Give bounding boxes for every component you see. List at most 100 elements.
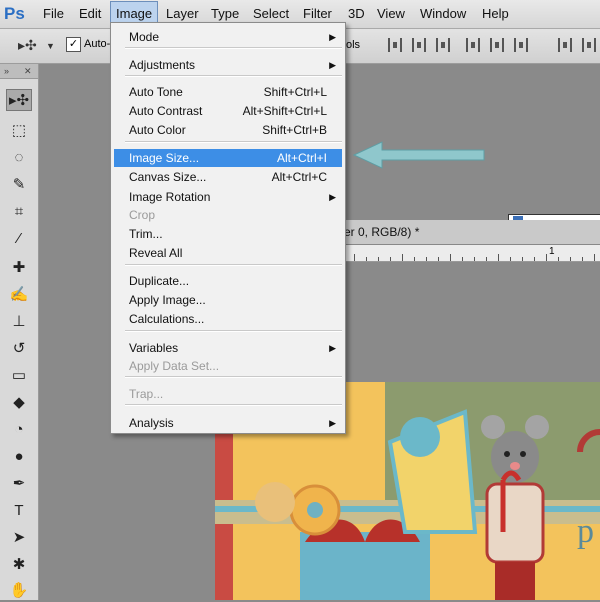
- eyedropper-tool-icon: ⁄: [17, 230, 21, 247]
- ruler-tick: [570, 257, 571, 261]
- svg-text:p: p: [577, 513, 594, 550]
- menu-item-label: Apply Data Set...: [129, 359, 220, 373]
- menu-item-auto-tone[interactable]: Auto Tone Shift+Ctrl+L: [114, 83, 342, 101]
- menu-item-duplicate[interactable]: Duplicate...: [114, 272, 342, 290]
- ruler-tick: [390, 257, 391, 261]
- paint-bucket-tool-icon: ◆: [13, 394, 25, 411]
- marquee-tool[interactable]: ⬚: [6, 120, 32, 142]
- ruler-tick: [522, 257, 523, 261]
- menu-item-auto-color[interactable]: Auto Color Shift+Ctrl+B: [114, 121, 342, 139]
- auto-select-checkbox[interactable]: ✓: [66, 37, 81, 52]
- ruler-mark-label: 1: [549, 246, 555, 257]
- pen-tool-icon: ✒: [12, 475, 26, 492]
- menu-separator: [125, 376, 342, 378]
- history-brush-tool[interactable]: ↺: [6, 338, 32, 360]
- menu-item-label: Duplicate...: [129, 274, 190, 288]
- move-tool-icon: ▸✣: [8, 92, 30, 109]
- menu-item-label: Image Rotation: [129, 190, 211, 204]
- submenu-arrow-icon: ▶: [329, 192, 336, 202]
- type-tool[interactable]: T: [6, 500, 32, 522]
- healing-brush-tool[interactable]: ✚: [6, 257, 32, 279]
- menu-item-label: Adjustments: [129, 58, 196, 72]
- menu-item-label: Calculations...: [129, 312, 205, 326]
- ruler-tick: [474, 257, 475, 261]
- menu-item-canvas-size[interactable]: Canvas Size... Alt+Ctrl+C: [114, 168, 342, 186]
- menu-item-reveal-all[interactable]: Reveal All: [114, 244, 342, 262]
- move-tool[interactable]: ▸✣: [6, 89, 32, 111]
- eraser-tool[interactable]: ▭: [6, 365, 32, 387]
- type-tool-icon: T: [14, 502, 24, 519]
- path-selection-tool[interactable]: ➤: [6, 527, 32, 549]
- history-brush-tool-icon: ↺: [12, 340, 26, 357]
- menu-3d[interactable]: 3D: [343, 0, 370, 28]
- shape-tool[interactable]: ✱: [6, 554, 32, 576]
- menu-view[interactable]: View: [372, 0, 410, 28]
- ruler-tick: [402, 254, 403, 261]
- menu-item-mode[interactable]: Mode ▶: [114, 28, 342, 46]
- align-bottom-icon[interactable]: [436, 38, 450, 52]
- menu-item-label: Reveal All: [129, 246, 183, 260]
- menu-item-label: Analysis: [129, 416, 174, 430]
- path-selection-tool-icon: ➤: [12, 529, 26, 546]
- menu-file[interactable]: File: [38, 0, 69, 28]
- menu-item-shortcut: Shift+Ctrl+B: [262, 123, 327, 137]
- paint-bucket-tool[interactable]: ◆: [6, 392, 32, 414]
- menu-item-calculations[interactable]: Calculations...: [114, 310, 342, 328]
- dodge-tool[interactable]: ●: [6, 446, 32, 468]
- menu-item-label: Auto Tone: [129, 85, 183, 99]
- pen-tool[interactable]: ✒: [6, 473, 32, 495]
- eyedropper-tool[interactable]: ⁄: [6, 228, 32, 250]
- menu-item-trim[interactable]: Trim...: [114, 225, 342, 243]
- ruler-tick: [546, 254, 547, 261]
- align-hcenter-icon[interactable]: [490, 38, 504, 52]
- menu-item-trap: Trap...: [114, 385, 342, 403]
- transform-controls-label: ols: [346, 39, 361, 51]
- lasso-tool-icon: ◌: [14, 149, 24, 166]
- shape-tool-icon: ✱: [12, 556, 26, 573]
- submenu-arrow-icon: ▶: [329, 32, 336, 42]
- menu-item-adjustments[interactable]: Adjustments ▶: [114, 56, 342, 74]
- ruler-tick: [378, 257, 379, 261]
- distribute-vcenter-icon[interactable]: [582, 38, 596, 52]
- crop-tool[interactable]: ⌗: [6, 201, 32, 223]
- ruler-tick: [414, 257, 415, 261]
- chevron-down-icon[interactable]: ▼: [46, 41, 55, 51]
- menu-edit[interactable]: Edit: [74, 0, 106, 28]
- menu-help[interactable]: Help: [477, 0, 514, 28]
- ruler-tick: [498, 254, 499, 261]
- auto-select-label: Auto-: [84, 38, 111, 50]
- tools-panel: » ✕ ▸✣ ⬚ ◌ ✎ ⌗ ⁄ ✚ ✍ ⊥ ↺ ▭ ◆ ◔ ● ✒ T ➤ ✱ ✋: [0, 64, 39, 600]
- submenu-arrow-icon: ▶: [329, 418, 336, 428]
- distribute-top-icon[interactable]: [558, 38, 572, 52]
- brush-tool[interactable]: ✍: [6, 284, 32, 306]
- align-vcenter-icon[interactable]: [412, 38, 426, 52]
- menu-item-image-rotation[interactable]: Image Rotation ▶: [114, 188, 342, 206]
- quick-selection-tool[interactable]: ✎: [6, 174, 32, 196]
- tools-panel-header[interactable]: » ✕: [0, 64, 38, 79]
- menu-item-label: Auto Color: [129, 123, 186, 137]
- marquee-tool-icon: ⬚: [11, 122, 27, 139]
- align-top-icon[interactable]: [388, 38, 402, 52]
- menu-item-label: Variables: [129, 341, 179, 355]
- clone-stamp-tool[interactable]: ⊥: [6, 311, 32, 333]
- eraser-tool-icon: ▭: [11, 367, 27, 384]
- ruler-tick: [582, 257, 583, 261]
- align-right-icon[interactable]: [514, 38, 528, 52]
- quick-selection-tool-icon: ✎: [12, 176, 26, 193]
- menu-window[interactable]: Window: [415, 0, 471, 28]
- menu-item-variables[interactable]: Variables ▶: [114, 339, 342, 357]
- menu-separator: [125, 264, 342, 266]
- dodge-tool-icon: ●: [14, 448, 24, 465]
- menu-item-image-size[interactable]: Image Size... Alt+Ctrl+I: [114, 149, 342, 167]
- align-left-icon[interactable]: [466, 38, 480, 52]
- ruler-tick: [486, 257, 487, 261]
- clone-stamp-tool-icon: ⊥: [12, 313, 26, 330]
- menu-item-auto-contrast[interactable]: Auto Contrast Alt+Shift+Ctrl+L: [114, 102, 342, 120]
- move-tool-preset-icon[interactable]: ▸✣: [18, 37, 37, 54]
- menu-item-analysis[interactable]: Analysis ▶: [114, 414, 342, 432]
- hand-tool[interactable]: ✋: [6, 580, 32, 602]
- lasso-tool[interactable]: ◌: [6, 147, 32, 169]
- menu-item-label: Auto Contrast: [129, 104, 203, 118]
- menu-item-apply-image[interactable]: Apply Image...: [114, 291, 342, 309]
- blur-tool[interactable]: ◔: [6, 419, 32, 441]
